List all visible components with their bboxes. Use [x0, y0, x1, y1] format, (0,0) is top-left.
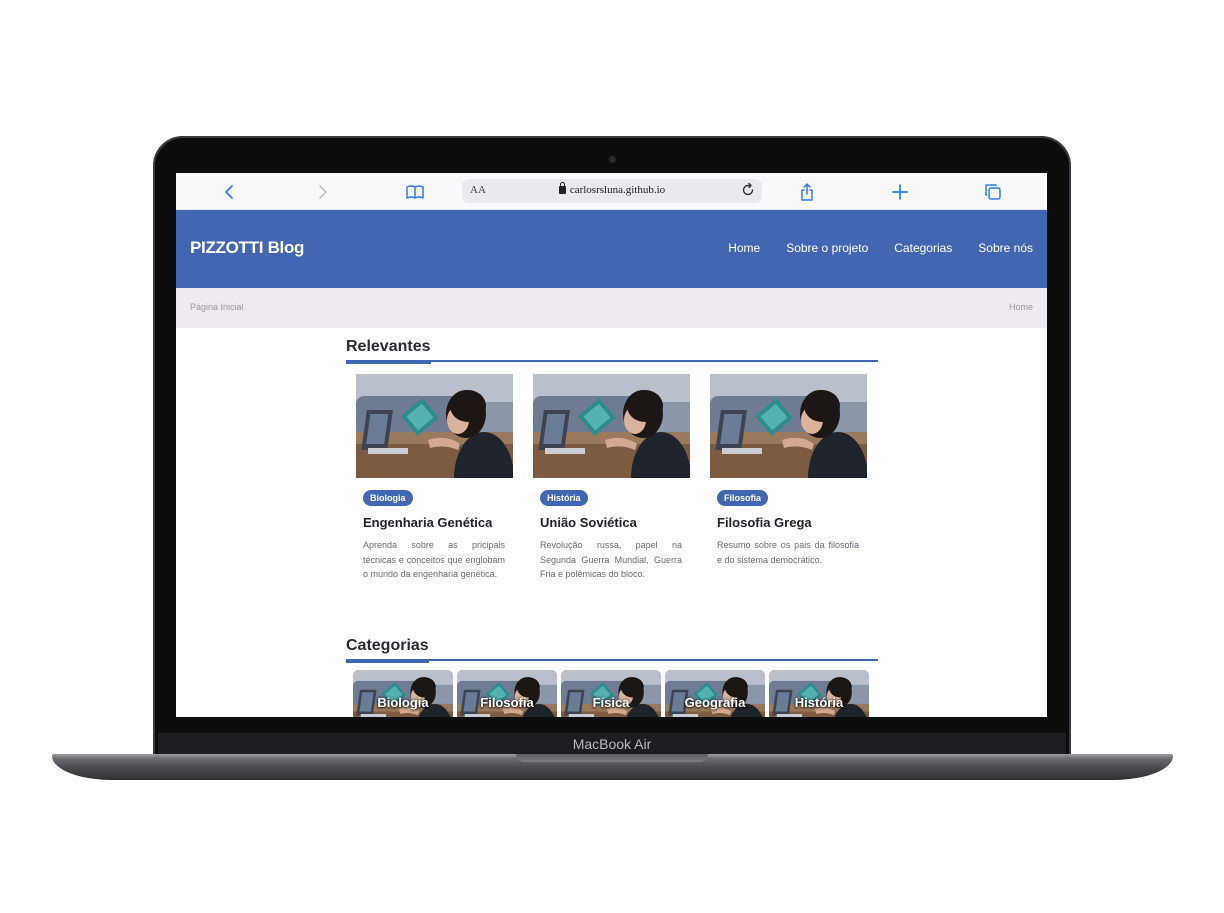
relevantes-heading: Relevantes — [346, 336, 878, 364]
url-bar[interactable]: AA carlosrsluna.github.io — [462, 179, 762, 203]
category-tile-filosofia[interactable]: Filosofia — [457, 670, 557, 717]
nav-link-categorias[interactable]: Categorias — [894, 241, 952, 255]
site-logo[interactable]: PIZZOTTI Blog — [190, 238, 304, 258]
post-card[interactable]: Filosofia Filosofia Grega Resumo sobre o… — [710, 374, 867, 567]
share-icon[interactable] — [797, 182, 817, 202]
category-label: Biologia — [377, 695, 429, 710]
post-title[interactable]: Filosofia Grega — [717, 515, 867, 530]
post-thumbnail[interactable] — [533, 374, 690, 478]
browser-toolbar: AA carlosrsluna.github.io — [176, 173, 1047, 210]
back-icon[interactable] — [220, 182, 240, 202]
post-card[interactable]: Biologia Engenharia Genética Aprenda sob… — [356, 374, 513, 582]
nav-link-sobre-projeto[interactable]: Sobre o projeto — [786, 241, 868, 255]
category-tile-fisica[interactable]: Física — [561, 670, 661, 717]
tabs-icon[interactable] — [983, 182, 1003, 202]
post-title[interactable]: União Soviética — [540, 515, 690, 530]
reload-icon[interactable] — [740, 182, 756, 198]
post-thumbnail[interactable] — [710, 374, 867, 478]
category-label: Filosofia — [480, 695, 534, 710]
page-title: Página Inicial — [190, 302, 244, 312]
camera-icon — [609, 156, 616, 163]
relevantes-title: Relevantes — [346, 338, 431, 364]
post-title[interactable]: Engenharia Genética — [363, 515, 513, 530]
url-text: carlosrsluna.github.io — [569, 184, 666, 196]
category-tile-biologia[interactable]: Biologia — [353, 670, 453, 717]
site-header: PIZZOTTI Blog Home Sobre o projeto Categ… — [176, 210, 1047, 288]
lock-icon — [558, 182, 566, 194]
category-tile-geografia[interactable]: Geografia — [665, 670, 765, 717]
category-label: Geografia — [684, 695, 746, 710]
new-tab-icon[interactable] — [890, 182, 910, 202]
main-nav: Home Sobre o projeto Categorias Sobre nó… — [728, 241, 1033, 255]
category-label: Física — [592, 695, 630, 710]
category-badge[interactable]: Filosofia — [717, 490, 769, 506]
device-label: MacBook Air — [158, 733, 1066, 755]
category-tile-historia[interactable]: História — [769, 670, 869, 717]
post-excerpt: Resumo sobre os pais da filosofia e do s… — [717, 540, 859, 565]
post-thumbnail[interactable] — [356, 374, 513, 478]
category-badge[interactable]: Biologia — [363, 490, 413, 506]
category-badge[interactable]: História — [540, 490, 588, 506]
nav-link-home[interactable]: Home — [728, 241, 760, 255]
breadcrumb-home-link[interactable]: Home — [1009, 302, 1033, 312]
browser-screen: AA carlosrsluna.github.io PIZZOTTI Blog … — [176, 173, 1047, 717]
categorias-title: Categorias — [346, 637, 429, 663]
nav-link-sobre-nos[interactable]: Sobre nós — [978, 241, 1033, 255]
category-label: História — [794, 695, 844, 710]
bookmarks-icon[interactable] — [405, 182, 425, 202]
breadcrumb: Página Inicial Home — [176, 288, 1047, 328]
post-card[interactable]: História União Soviética Revolução russa… — [533, 374, 690, 582]
categorias-heading: Categorias — [346, 635, 878, 663]
forward-icon[interactable] — [312, 182, 332, 202]
laptop-notch — [516, 754, 708, 762]
post-excerpt: Revolução russa, papel na Segunda Guerra… — [540, 540, 682, 579]
post-excerpt: Aprenda sobre as pricipais técnicas e co… — [363, 540, 505, 579]
